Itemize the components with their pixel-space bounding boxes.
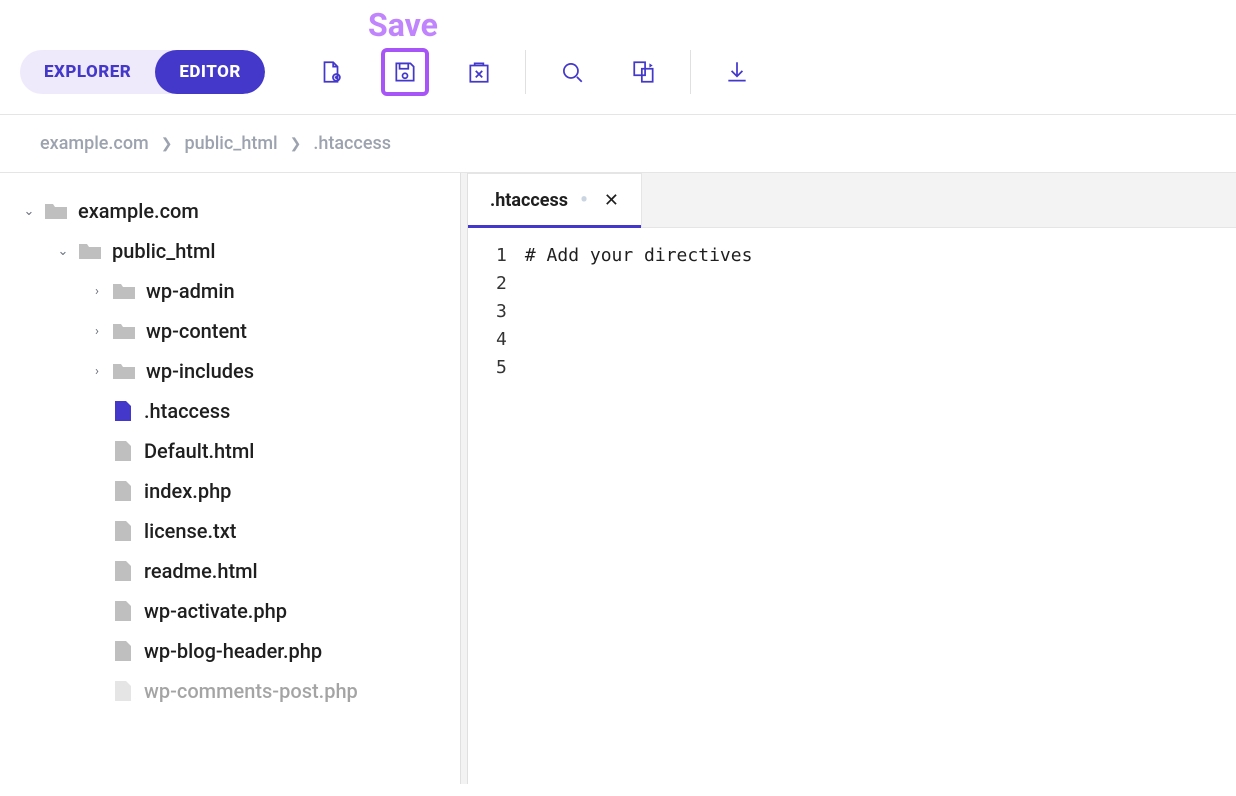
discard-icon[interactable] (465, 58, 493, 86)
breadcrumb-item[interactable]: public_html (184, 133, 277, 154)
file-icon (114, 600, 132, 622)
replace-icon[interactable] (630, 58, 658, 86)
breadcrumb-item[interactable]: .htaccess (313, 133, 391, 154)
toolbar-separator (525, 50, 526, 94)
tree-label: wp-blog-header.php (144, 639, 322, 663)
tree-file[interactable]: · wp-comments-post.php (20, 671, 450, 711)
editor-tab[interactable]: .htaccess • ✕ (468, 173, 642, 227)
code-editor[interactable]: 12345 # Add your directives (468, 228, 1236, 382)
mode-toggle: EXPLORER EDITOR (20, 50, 265, 94)
file-icon (114, 480, 132, 502)
explorer-tab-button[interactable]: EXPLORER (20, 50, 155, 94)
tree-file-selected[interactable]: · .htaccess (20, 391, 450, 431)
file-icon (114, 440, 132, 462)
chevron-right-icon[interactable]: › (88, 364, 106, 379)
folder-icon (78, 241, 102, 261)
editor-pane: .htaccess • ✕ 12345 # Add your directive… (468, 173, 1236, 784)
tree-label: license.txt (144, 519, 236, 543)
tree-label: wp-activate.php (144, 599, 287, 623)
folder-icon (112, 321, 136, 341)
breadcrumb-item[interactable]: example.com (40, 133, 149, 154)
chevron-right-icon: ❯ (161, 136, 173, 152)
tree-label: readme.html (144, 559, 258, 583)
new-file-icon[interactable] (317, 58, 345, 86)
tab-label: .htaccess (490, 190, 568, 211)
close-icon[interactable]: ✕ (604, 190, 619, 211)
save-button-highlight (381, 48, 429, 96)
editor-tab-button[interactable]: EDITOR (155, 50, 265, 94)
tree-file[interactable]: · index.php (20, 471, 450, 511)
download-icon[interactable] (723, 58, 751, 86)
chevron-right-icon[interactable]: › (88, 284, 106, 299)
tree-label: wp-comments-post.php (144, 679, 358, 703)
pane-splitter[interactable] (460, 173, 468, 784)
code-line: # Add your directives (525, 242, 1236, 270)
toolbar: EXPLORER EDITOR (0, 0, 1236, 115)
tree-folder[interactable]: › wp-content (20, 311, 450, 351)
tree-file[interactable]: · wp-activate.php (20, 591, 450, 631)
folder-icon (44, 201, 68, 221)
tree-label: wp-includes (146, 359, 254, 383)
toolbar-separator (690, 50, 691, 94)
tree-file[interactable]: · license.txt (20, 511, 450, 551)
folder-icon (112, 361, 136, 381)
file-icon (114, 520, 132, 542)
tree-folder[interactable]: › wp-admin (20, 271, 450, 311)
tree-file[interactable]: · Default.html (20, 431, 450, 471)
line-gutter: 12345 (468, 242, 525, 382)
save-icon[interactable] (391, 58, 419, 86)
chevron-down-icon[interactable]: ⌄ (20, 204, 38, 219)
file-tree: ⌄ example.com ⌄ public_html › wp-admin ›… (0, 173, 460, 784)
tree-label: public_html (112, 239, 216, 263)
tree-file[interactable]: · readme.html (20, 551, 450, 591)
tree-folder[interactable]: ⌄ public_html (20, 231, 450, 271)
breadcrumb: example.com ❯ public_html ❯ .htaccess (0, 115, 1236, 173)
folder-icon (112, 281, 136, 301)
file-icon (114, 560, 132, 582)
chevron-right-icon: ❯ (290, 136, 302, 152)
tree-label: example.com (78, 199, 199, 223)
file-icon (114, 640, 132, 662)
tree-label: Default.html (144, 439, 254, 463)
tree-label: wp-admin (146, 279, 235, 303)
chevron-right-icon[interactable]: › (88, 324, 106, 339)
file-icon (114, 680, 132, 702)
tree-label: index.php (144, 479, 231, 503)
tree-folder[interactable]: › wp-includes (20, 351, 450, 391)
file-icon (114, 400, 132, 422)
chevron-down-icon[interactable]: ⌄ (54, 244, 72, 259)
tree-label: .htaccess (144, 399, 230, 423)
editor-tabs: .htaccess • ✕ (468, 173, 1236, 228)
tree-folder-root[interactable]: ⌄ example.com (20, 191, 450, 231)
tree-label: wp-content (146, 319, 247, 343)
search-icon[interactable] (558, 58, 586, 86)
tree-file[interactable]: · wp-blog-header.php (20, 631, 450, 671)
code-lines[interactable]: # Add your directives (525, 242, 1236, 382)
save-annotation-label: Save (368, 6, 438, 44)
